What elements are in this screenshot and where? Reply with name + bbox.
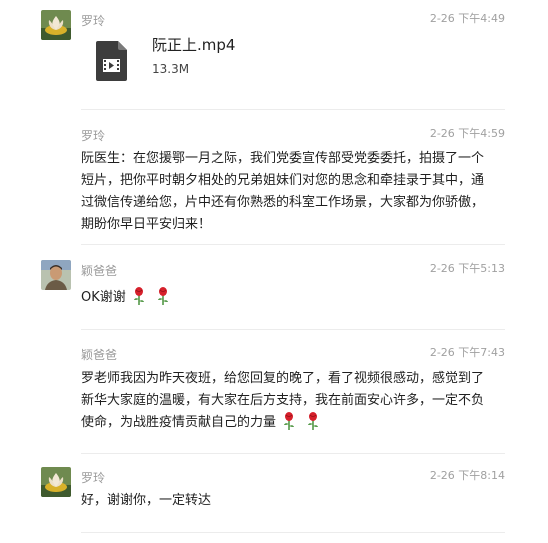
timestamp: 2-26 下午7:43 bbox=[429, 346, 505, 359]
divider bbox=[81, 532, 505, 533]
timestamp: 2-26 下午5:13 bbox=[429, 262, 505, 275]
divider bbox=[81, 244, 505, 245]
sender-name: 颖爸爸 bbox=[81, 348, 118, 362]
rose-icon bbox=[157, 287, 168, 305]
sender-name: 罗玲 bbox=[81, 14, 106, 28]
rose-icon bbox=[284, 412, 295, 430]
timestamp: 2-26 下午4:59 bbox=[429, 127, 505, 140]
lotus-avatar-icon bbox=[41, 10, 71, 40]
file-name[interactable]: 阮正上.mp4 bbox=[152, 36, 235, 54]
message-text: 罗老师我因为昨天夜班，给您回复的晚了，看了视频很感动，感觉到了新华大家庭的温暖，… bbox=[81, 368, 486, 434]
rose-icon bbox=[308, 412, 319, 430]
timestamp: 2-26 下午8:14 bbox=[429, 469, 505, 482]
sender-name: 罗玲 bbox=[81, 129, 106, 143]
man-avatar-icon bbox=[41, 260, 71, 290]
timestamp: 2-26 下午4:49 bbox=[429, 12, 505, 25]
video-file-icon[interactable] bbox=[96, 41, 127, 81]
sender-name: 罗玲 bbox=[81, 471, 106, 485]
message-text: 阮医生：在您援鄂一月之际，我们党委宣传部受党委委托，拍摄了一个短片，把你平时朝夕… bbox=[81, 151, 485, 232]
divider bbox=[81, 329, 505, 330]
rose-icon bbox=[133, 287, 144, 305]
message-text-content: OK谢谢 bbox=[81, 290, 126, 305]
divider bbox=[81, 109, 505, 110]
avatar[interactable] bbox=[41, 467, 71, 497]
file-size: 13.3M bbox=[152, 62, 190, 76]
sender-name: 颖爸爸 bbox=[81, 264, 118, 278]
avatar[interactable] bbox=[41, 10, 71, 40]
message-text: 好，谢谢你，一定转达 bbox=[81, 493, 212, 508]
avatar[interactable] bbox=[41, 260, 71, 290]
message-text: OK谢谢 bbox=[81, 287, 491, 309]
divider bbox=[81, 453, 505, 454]
lotus-avatar-icon bbox=[41, 467, 71, 497]
